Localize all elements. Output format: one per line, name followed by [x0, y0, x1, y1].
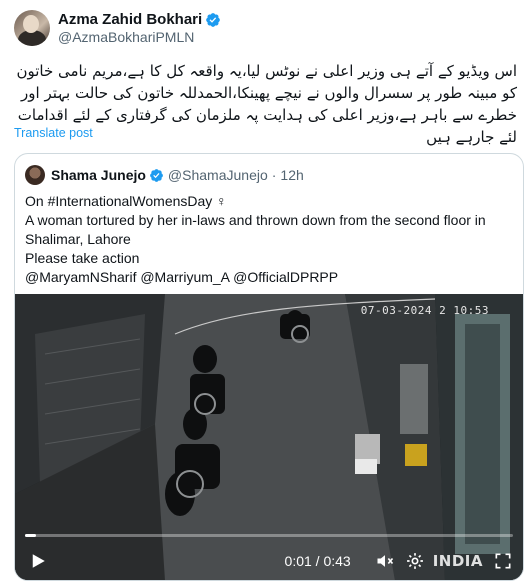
- quoted-text: On #InternationalWomensDay ♀ A woman tor…: [25, 192, 509, 287]
- verified-badge-icon: [150, 168, 163, 182]
- quoted-text-line: On #InternationalWomensDay ♀: [25, 193, 227, 209]
- quoted-text-line: Please take action: [25, 250, 140, 266]
- author-info: Azma Zahid Bokhari @AzmaBokhariPMLN: [58, 11, 221, 45]
- quoted-text-line: A woman tortured by her in-laws and thro…: [25, 212, 486, 228]
- video-watermark: INDIA: [432, 552, 483, 570]
- quoted-handle[interactable]: @ShamaJunejo: [168, 167, 268, 183]
- separator-dot: ·: [271, 167, 277, 183]
- video-progress-fill: [25, 534, 37, 537]
- author-handle[interactable]: @AzmaBokhariPMLN: [58, 29, 221, 45]
- settings-icon[interactable]: [405, 551, 425, 571]
- fullscreen-icon[interactable]: [493, 551, 513, 571]
- cctv-timestamp: 07-03-2024 2 10:53: [360, 304, 489, 317]
- verified-badge-icon: [206, 12, 221, 27]
- play-icon[interactable]: [29, 552, 47, 570]
- quoted-display-name[interactable]: Shama Junejo: [51, 167, 146, 183]
- translate-post-link[interactable]: Translate post: [14, 126, 93, 140]
- post-header: Azma Zahid Bokhari @AzmaBokhariPMLN: [14, 8, 517, 48]
- video-controls: 0:01 / 0:43 INDIA: [15, 541, 523, 580]
- video-time: 0:01 / 0:43: [284, 553, 351, 569]
- quoted-text-line: Shalimar, Lahore: [25, 231, 131, 247]
- quoted-time[interactable]: 12h: [280, 167, 303, 183]
- video-progress-bar[interactable]: [25, 534, 513, 537]
- mute-icon[interactable]: [375, 551, 395, 571]
- post-card: Azma Zahid Bokhari @AzmaBokhariPMLN اس و…: [0, 0, 531, 583]
- author-name-row: Azma Zahid Bokhari: [58, 11, 221, 28]
- quoted-avatar[interactable]: [25, 165, 45, 185]
- quoted-post[interactable]: Shama Junejo @ShamaJunejo · 12h On #Inte…: [14, 153, 524, 581]
- quoted-post-header: Shama Junejo @ShamaJunejo · 12h: [25, 164, 304, 186]
- avatar[interactable]: [14, 10, 50, 46]
- video-player[interactable]: 07-03-2024 2 10:53 0:01 / 0:43 INDIA: [15, 294, 523, 580]
- video-frame: [15, 294, 523, 580]
- quoted-text-line: @MaryamNSharif @Marriyum_A @OfficialDPRP…: [25, 269, 339, 285]
- author-display-name[interactable]: Azma Zahid Bokhari: [58, 11, 202, 28]
